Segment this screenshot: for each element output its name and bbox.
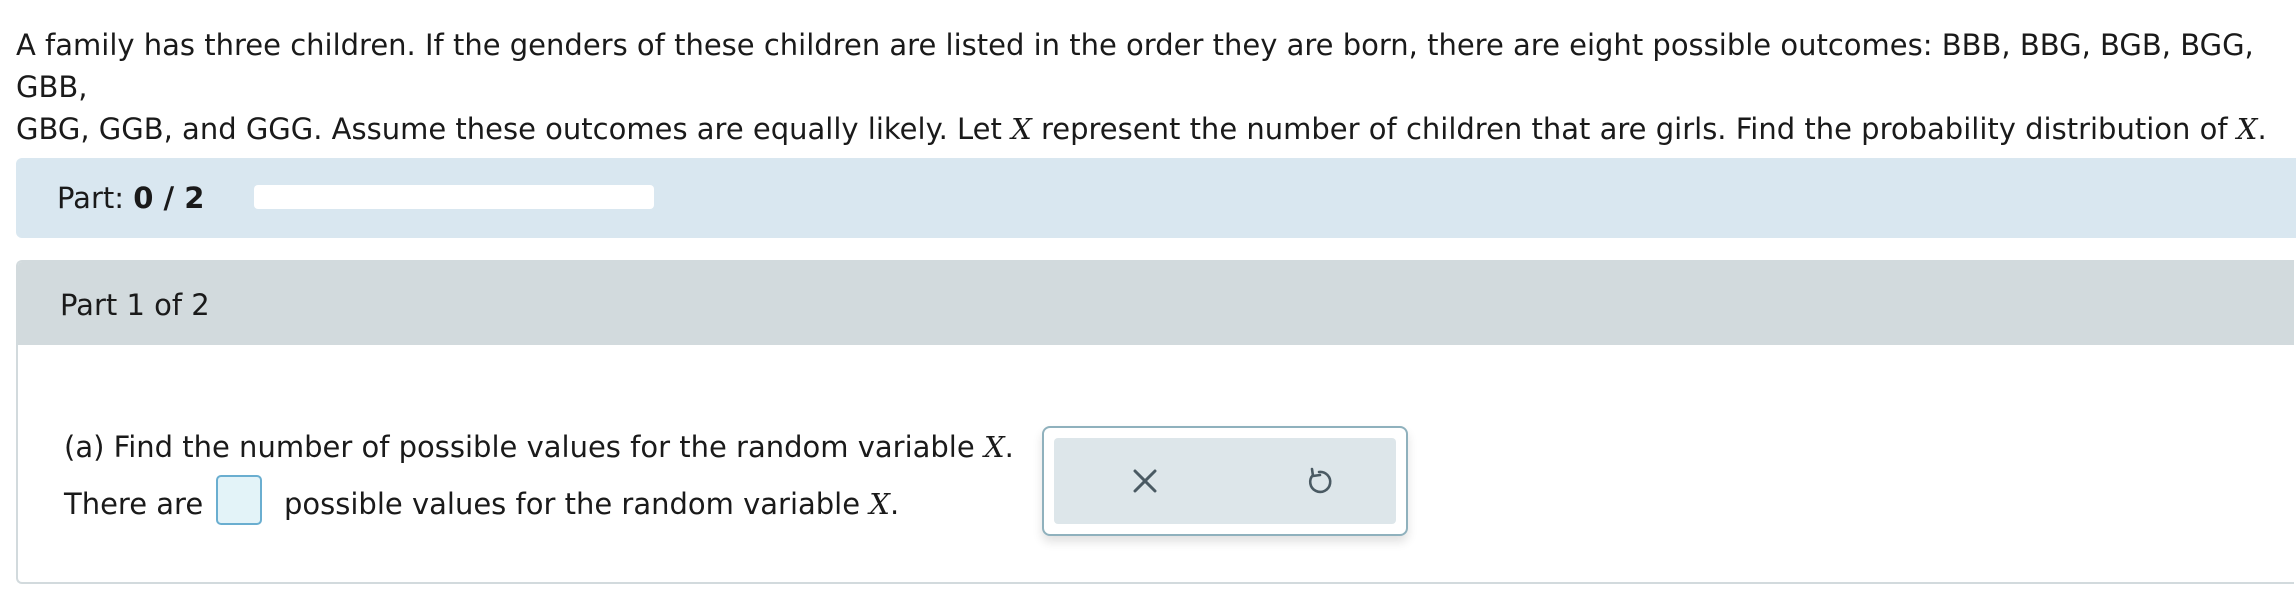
answer-suffix: possible values for the random variable … — [284, 484, 899, 524]
part-title: Part 1 of 2 — [60, 288, 210, 322]
question-a-end: . — [1004, 430, 1014, 464]
answer-tools-bar — [1054, 438, 1396, 524]
variable-x: X — [2236, 112, 2258, 146]
part-progress-label: Part: 0 / 2 — [57, 179, 204, 217]
problem-text: GBG, GGB, and GGG. Assume these outcomes… — [16, 112, 1012, 146]
undo-button[interactable] — [1294, 456, 1344, 506]
question-a: (a) Find the number of possible values f… — [64, 427, 1014, 467]
variable-x: X — [869, 487, 890, 521]
variable-x: X — [983, 430, 1005, 464]
problem-line-1: A family has three children. If the gend… — [16, 28, 2254, 104]
problem-text: represent the number of children that ar… — [1031, 112, 2237, 146]
answer-suffix-text: possible values for the random variable — [284, 487, 870, 521]
variable-x: X — [1011, 112, 1032, 146]
part-header: Part 1 of 2 — [18, 262, 2294, 345]
problem-line-2: GBG, GGB, and GGG. Assume these outcomes… — [16, 108, 2292, 150]
answer-end: . — [889, 487, 900, 521]
part-label-text: Part: — [57, 181, 134, 215]
question-a-text: (a) Find the number of possible values f… — [64, 430, 984, 464]
part-card: Part 1 of 2 (a) Find the number of possi… — [16, 260, 2294, 584]
close-icon — [1133, 469, 1157, 493]
clear-button[interactable] — [1120, 456, 1170, 506]
problem-statement: A family has three children. If the gend… — [16, 24, 2292, 150]
problem-text: . — [2257, 112, 2267, 146]
answer-prefix: There are — [64, 487, 204, 521]
part-progress-value: 0 / 2 — [133, 181, 205, 215]
answer-tools-panel — [1042, 426, 1408, 536]
answer-input[interactable] — [216, 475, 262, 525]
undo-icon — [1308, 467, 1332, 494]
part-progress-bar: Part: 0 / 2 — [16, 158, 2296, 238]
progress-track — [254, 185, 654, 209]
